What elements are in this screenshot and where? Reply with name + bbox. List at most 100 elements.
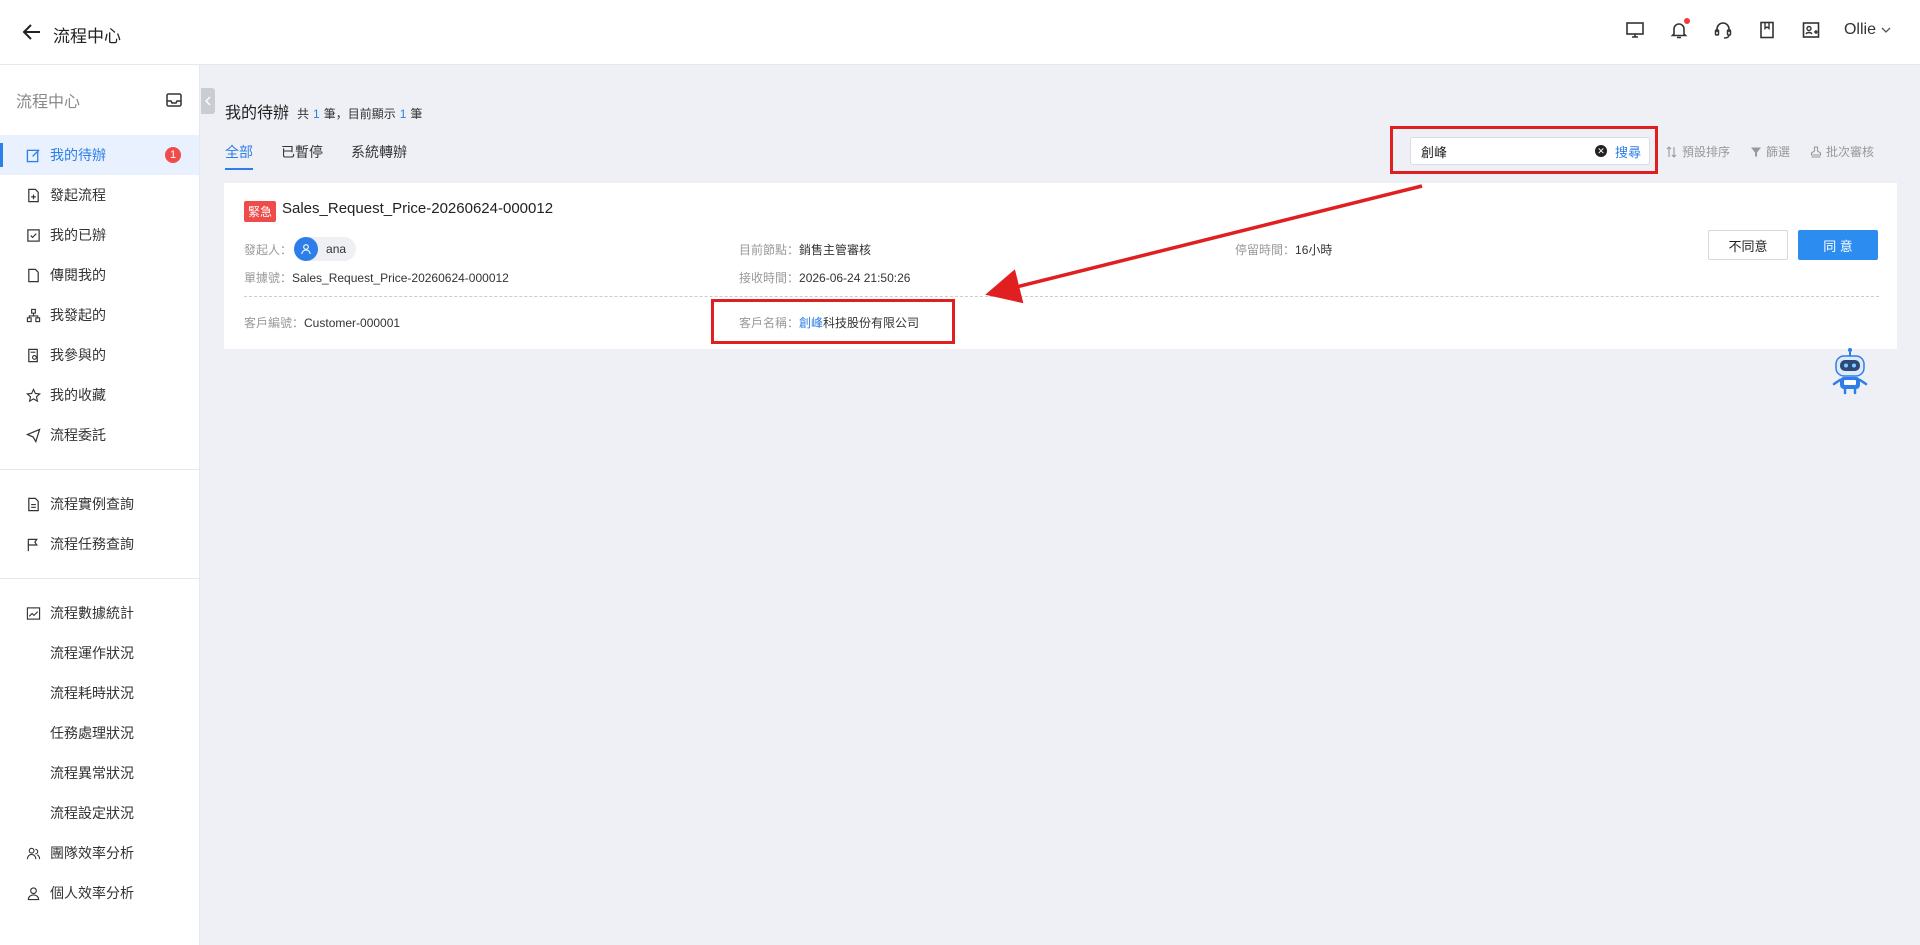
initiator-chip[interactable]: ana bbox=[294, 237, 357, 261]
doc-label: 單據號： bbox=[244, 271, 293, 285]
filter-icon bbox=[1751, 147, 1762, 157]
sidebar-item-label: 流程委託 bbox=[50, 427, 106, 443]
sidebar-item-circulated[interactable]: 傳閱我的 bbox=[0, 255, 199, 295]
checkbox-icon bbox=[24, 226, 42, 244]
sidebar-sub-operation[interactable]: 流程運作狀況 bbox=[0, 633, 199, 673]
todo-count-badge: 1 bbox=[165, 147, 181, 163]
received-time-field: 接收時間： 2026-06-24 21:50:26 bbox=[739, 269, 910, 286]
search-input[interactable]: 創峰 ✕ 搜尋 bbox=[1410, 137, 1650, 165]
current-node-field: 目前節點： 銷售主管審核 bbox=[739, 241, 871, 258]
sidebar-item-initiated[interactable]: 我發起的 bbox=[0, 295, 199, 335]
sidebar-divider bbox=[0, 469, 199, 470]
headset-icon[interactable] bbox=[1712, 18, 1734, 42]
flag-icon bbox=[24, 535, 42, 553]
filter-label: 篩選 bbox=[1766, 145, 1791, 159]
sidebar-item-team-efficiency[interactable]: 團隊效率分析 bbox=[0, 833, 199, 873]
sidebar-item-label: 流程實例查詢 bbox=[50, 496, 134, 512]
sort-label: 預設排序 bbox=[1682, 145, 1731, 159]
sidebar-item-favorites[interactable]: 我的收藏 bbox=[0, 375, 199, 415]
sidebar-sub-duration[interactable]: 流程耗時狀況 bbox=[0, 673, 199, 713]
cust-no-label: 客戶編號： bbox=[244, 316, 305, 330]
document-search-icon bbox=[24, 346, 42, 364]
user-icon bbox=[301, 244, 311, 255]
sidebar-item-label: 團隊效率分析 bbox=[50, 845, 134, 861]
sidebar-item-label: 流程任務查詢 bbox=[50, 536, 134, 552]
star-icon bbox=[24, 386, 42, 404]
sidebar-sub-exception[interactable]: 流程異常狀況 bbox=[0, 753, 199, 793]
person-icon bbox=[24, 884, 42, 902]
stay-value: 16小時 bbox=[1295, 243, 1333, 257]
line-chart-icon bbox=[24, 604, 42, 622]
sort-icon bbox=[1666, 145, 1677, 158]
filter-tabs: 全部 已暫停 系統轉辦 bbox=[225, 142, 407, 170]
sidebar: 流程中心 我的待辦 1 發起流程 我的已辦 傳閱我的 我發起的 我參與的 我的收… bbox=[0, 65, 200, 945]
bell-icon[interactable] bbox=[1668, 18, 1690, 42]
back-arrow-icon[interactable] bbox=[22, 22, 42, 42]
stay-time-field: 停留時間： 16小時 bbox=[1235, 241, 1332, 258]
tab-all[interactable]: 全部 bbox=[225, 142, 253, 170]
sidebar-divider bbox=[0, 578, 199, 579]
sidebar-collapse-toggle[interactable] bbox=[201, 88, 215, 114]
sidebar-sub-task-handling[interactable]: 任務處理狀況 bbox=[0, 713, 199, 753]
doc-number-field: 單據號： Sales_Request_Price-20260624-000012 bbox=[244, 269, 509, 286]
chevron-down-icon bbox=[1881, 27, 1891, 33]
user-menu[interactable]: Ollie bbox=[1844, 21, 1892, 39]
shown-count: 1 bbox=[399, 107, 407, 121]
count-mid: 筆，目前顯示 bbox=[323, 107, 396, 121]
batch-approve-button[interactable]: 批次審核 bbox=[1810, 143, 1874, 160]
file-add-icon bbox=[24, 186, 42, 204]
user-name: Ollie bbox=[1843, 21, 1876, 38]
sidebar-item-label: 發起流程 bbox=[50, 187, 106, 203]
tab-system-transfer[interactable]: 系統轉辦 bbox=[351, 142, 407, 170]
search-value: 創峰 bbox=[1421, 144, 1448, 160]
customer-number-field: 客戶編號： Customer-000001 bbox=[244, 314, 400, 331]
sidebar-item-label: 我發起的 bbox=[50, 307, 106, 323]
agree-button[interactable]: 同 意 bbox=[1798, 230, 1878, 260]
tab-paused[interactable]: 已暫停 bbox=[281, 142, 323, 170]
filter-button[interactable]: 篩選 bbox=[1750, 143, 1790, 160]
todo-card[interactable]: 緊急 Sales_Request_Price-20260624-000012 發… bbox=[224, 183, 1897, 349]
sidebar-item-label: 我的收藏 bbox=[50, 387, 106, 403]
chevron-left-icon bbox=[205, 96, 211, 106]
count-prefix: 共 bbox=[297, 107, 310, 121]
sidebar-item-personal-efficiency[interactable]: 個人效率分析 bbox=[0, 873, 199, 913]
sidebar-item-statistics[interactable]: 流程數據統計 bbox=[0, 593, 199, 633]
sidebar-item-participated[interactable]: 我參與的 bbox=[0, 335, 199, 375]
sidebar-item-my-todo[interactable]: 我的待辦 1 bbox=[0, 135, 199, 175]
urgent-badge: 緊急 bbox=[244, 201, 277, 222]
initiator-field: 發起人： ana bbox=[244, 237, 357, 261]
sidebar-item-delegation[interactable]: 流程委託 bbox=[0, 415, 199, 455]
send-icon bbox=[24, 426, 42, 444]
search-button[interactable]: 搜尋 bbox=[1615, 142, 1641, 161]
sidebar-item-instance-query[interactable]: 流程實例查詢 bbox=[0, 484, 199, 524]
sidebar-title: 流程中心 bbox=[16, 94, 81, 111]
book-icon[interactable] bbox=[1756, 18, 1778, 42]
monitor-icon[interactable] bbox=[1624, 18, 1646, 42]
sidebar-sub-settings[interactable]: 流程設定狀況 bbox=[0, 793, 199, 833]
sidebar-item-label: 我的已辦 bbox=[50, 227, 106, 243]
record-count: 共 1 筆，目前顯示 1 筆 bbox=[297, 105, 422, 122]
notification-dot bbox=[1683, 18, 1690, 24]
sidebar-item-task-query[interactable]: 流程任務查詢 bbox=[0, 524, 199, 564]
page-header: 我的待辦 共 1 筆，目前顯示 1 筆 bbox=[225, 99, 422, 123]
sidebar-item-label: 流程數據統計 bbox=[50, 605, 134, 621]
cust-no-value: Customer-000001 bbox=[304, 315, 401, 330]
top-bar: 流程中心 Ollie bbox=[0, 0, 1920, 65]
disagree-button[interactable]: 不同意 bbox=[1708, 230, 1788, 260]
sort-button[interactable]: 預設排序 bbox=[1666, 143, 1730, 160]
initiator-label: 發起人： bbox=[244, 242, 293, 257]
sidebar-item-label: 傳閱我的 bbox=[50, 267, 106, 283]
contact-card-icon[interactable] bbox=[1800, 18, 1822, 42]
avatar bbox=[294, 237, 319, 261]
clear-icon[interactable]: ✕ bbox=[1594, 145, 1607, 157]
org-chart-icon bbox=[24, 306, 42, 324]
inbox-icon[interactable] bbox=[165, 91, 183, 109]
assistant-robot-icon[interactable] bbox=[1826, 346, 1874, 396]
sidebar-item-done[interactable]: 我的已辦 bbox=[0, 215, 199, 255]
initiator-name: ana bbox=[326, 242, 347, 256]
sidebar-item-start-process[interactable]: 發起流程 bbox=[0, 175, 199, 215]
card-title[interactable]: Sales_Request_Price-20260624-000012 bbox=[282, 200, 553, 217]
batch-label: 批次審核 bbox=[1826, 145, 1875, 159]
team-icon bbox=[24, 844, 42, 862]
sidebar-item-label: 我的待辦 bbox=[50, 147, 106, 163]
